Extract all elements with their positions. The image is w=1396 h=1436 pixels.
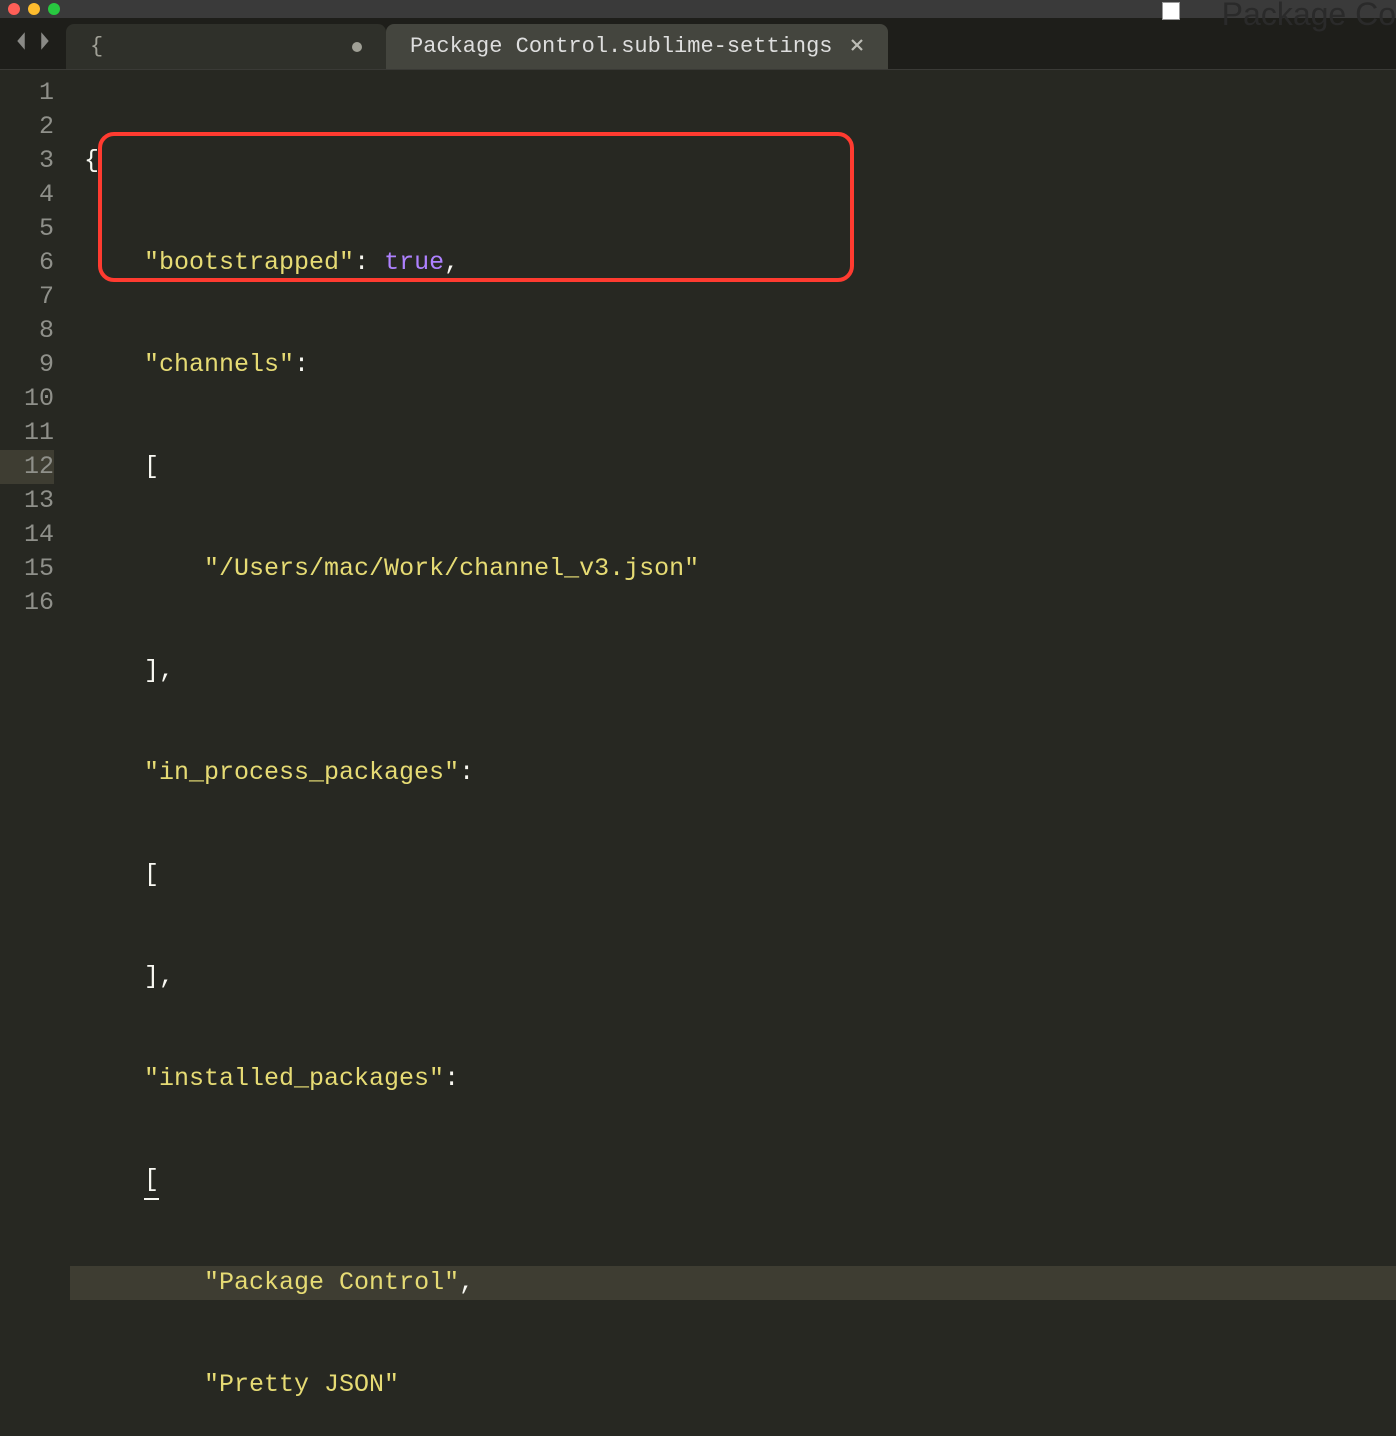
code-line: "installed_packages": bbox=[70, 1062, 1396, 1096]
close-tab-icon[interactable] bbox=[850, 34, 864, 59]
line-number: 9 bbox=[0, 348, 54, 382]
line-number: 3 bbox=[0, 144, 54, 178]
line-number: 11 bbox=[0, 416, 54, 450]
dirty-indicator-icon bbox=[352, 42, 362, 52]
code-line: ], bbox=[70, 960, 1396, 994]
code-line: { bbox=[70, 144, 1396, 178]
tab-unnamed[interactable]: { bbox=[66, 24, 386, 69]
line-number: 12 bbox=[0, 450, 54, 484]
line-number: 5 bbox=[0, 212, 54, 246]
line-gutter: 1 2 3 4 5 6 7 8 9 10 11 12 13 14 15 16 bbox=[0, 70, 70, 718]
line-number: 14 bbox=[0, 518, 54, 552]
code-line: [ bbox=[70, 450, 1396, 484]
code-line: "bootstrapped": true, bbox=[70, 246, 1396, 280]
line-number: 2 bbox=[0, 110, 54, 144]
line-number: 15 bbox=[0, 552, 54, 586]
line-number: 6 bbox=[0, 246, 54, 280]
code-line: "Package Control", bbox=[70, 1266, 1396, 1300]
tab-package-control-settings[interactable]: Package Control.sublime-settings bbox=[386, 24, 888, 69]
tab-nav-arrows bbox=[0, 18, 66, 69]
overlay-text: Package Co bbox=[1222, 0, 1396, 33]
editor-area[interactable]: 1 2 3 4 5 6 7 8 9 10 11 12 13 14 15 16 {… bbox=[0, 70, 1396, 718]
line-number: 7 bbox=[0, 280, 54, 314]
code-content[interactable]: { "bootstrapped": true, "channels": [ "/… bbox=[70, 70, 1396, 718]
line-number: 10 bbox=[0, 382, 54, 416]
line-number: 16 bbox=[0, 586, 54, 620]
code-line: [ bbox=[70, 1164, 1396, 1198]
tab-label: { bbox=[90, 34, 103, 59]
tab-bar: { Package Control.sublime-settings bbox=[0, 18, 1396, 70]
code-line: [ bbox=[70, 858, 1396, 892]
nav-forward-icon[interactable] bbox=[38, 31, 52, 56]
code-line: "/Users/mac/Work/channel_v3.json" bbox=[70, 552, 1396, 586]
line-number: 1 bbox=[0, 76, 54, 110]
overlay-checkbox[interactable] bbox=[1162, 2, 1180, 20]
line-number: 13 bbox=[0, 484, 54, 518]
maximize-window-button[interactable] bbox=[48, 3, 60, 15]
line-number: 4 bbox=[0, 178, 54, 212]
nav-back-icon[interactable] bbox=[14, 31, 28, 56]
code-line: ], bbox=[70, 654, 1396, 688]
close-window-button[interactable] bbox=[8, 3, 20, 15]
window-titlebar bbox=[0, 0, 1396, 18]
code-line: "Pretty JSON" bbox=[70, 1368, 1396, 1402]
line-number: 8 bbox=[0, 314, 54, 348]
code-line: "in_process_packages": bbox=[70, 756, 1396, 790]
tab-label: Package Control.sublime-settings bbox=[410, 34, 832, 59]
minimize-window-button[interactable] bbox=[28, 3, 40, 15]
code-line: "channels": bbox=[70, 348, 1396, 382]
